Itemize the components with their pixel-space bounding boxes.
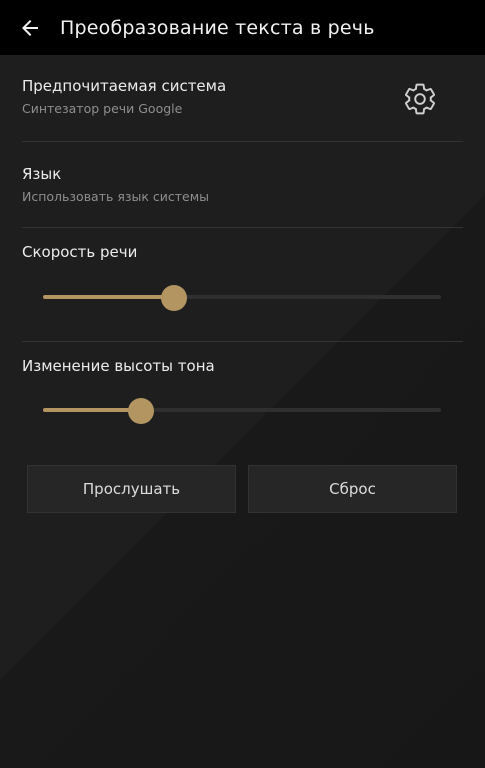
speech-rate-slider[interactable] (43, 282, 441, 312)
pitch-title: Изменение высоты тона (22, 357, 215, 375)
speech-rate-title: Скорость речи (22, 243, 138, 261)
preferred-engine-title: Предпочитаемая система (22, 77, 227, 95)
speech-rate-item: Скорость речи (22, 243, 463, 261)
slider-fill (43, 295, 175, 299)
slider-fill (43, 408, 141, 412)
slider-thumb[interactable] (161, 285, 188, 311)
back-button[interactable] (0, 0, 60, 55)
divider (22, 227, 463, 228)
slider-thumb[interactable] (127, 398, 154, 424)
language-summary: Использовать язык системы (22, 189, 210, 204)
preferred-engine-summary: Синтезатор речи Google (22, 101, 183, 116)
pitch-item: Изменение высоты тона (22, 357, 463, 375)
page-title: Преобразование текста в речь (60, 16, 375, 39)
divider (22, 341, 463, 342)
arrow-left-icon (22, 19, 38, 36)
app-bar: Преобразование текста в речь (0, 0, 485, 55)
preferred-engine-item[interactable]: Предпочитаемая система Синтезатор речи G… (22, 77, 463, 116)
pitch-slider[interactable] (43, 395, 441, 425)
engine-settings-button[interactable] (402, 81, 438, 117)
language-title: Язык (22, 165, 62, 183)
divider (22, 141, 463, 142)
gear-icon (405, 83, 435, 115)
language-item[interactable]: Язык Использовать язык системы (22, 165, 463, 204)
reset-button[interactable]: Сброс (248, 465, 457, 513)
listen-button[interactable]: Прослушать (27, 465, 236, 513)
